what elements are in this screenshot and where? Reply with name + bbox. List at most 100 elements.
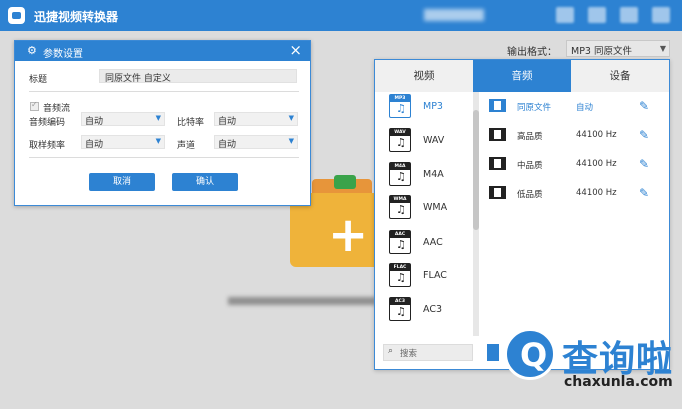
confirm-button[interactable]: 确认 [172, 173, 238, 191]
window-controls [556, 7, 670, 23]
audio-stream-label: 音频流 [43, 104, 71, 114]
folder-file-tab [334, 175, 356, 189]
format-item-wav[interactable]: WAV ♫ WAV [375, 126, 475, 158]
custom-button[interactable] [487, 344, 499, 361]
edit-icon[interactable]: ✎ [639, 128, 653, 142]
quality-name: 低品质 [517, 190, 543, 200]
title-input[interactable]: 同原文件 自定义 [99, 69, 297, 84]
format-search-input[interactable]: ⌕ 搜索 [383, 344, 473, 361]
blurred-account-area [424, 9, 484, 21]
menu-button[interactable] [556, 7, 574, 23]
film-icon [489, 157, 506, 170]
samplerate-select[interactable]: 自动 ▼ [81, 135, 165, 150]
watermark: 查询啦 chaxunla.com [500, 322, 682, 409]
quality-value: 44100 Hz [576, 159, 617, 169]
format-name: MP3 [423, 101, 443, 112]
format-name: AC3 [423, 304, 443, 315]
format-item-mp3[interactable]: MP3 ♫ MP3 [375, 92, 475, 124]
cancel-button[interactable]: 取消 [89, 173, 155, 191]
audio-file-icon: FLAC ♫ [389, 263, 411, 287]
audio-codec-select[interactable]: 自动 ▼ [81, 112, 165, 127]
format-name: M4A [423, 169, 444, 180]
format-item-aac[interactable]: AAC ♫ AAC [375, 228, 475, 260]
output-format-label: 输出格式： [507, 47, 557, 58]
quality-name: 同原文件 [517, 103, 552, 113]
audio-stream-checkbox[interactable] [30, 100, 39, 111]
format-item-ac3[interactable]: AC3 ♫ AC3 [375, 295, 475, 327]
samplerate-label: 取样频率 [29, 141, 66, 151]
divider [29, 157, 299, 158]
chevron-down-icon: ▼ [288, 114, 294, 122]
audio-file-icon: AC3 ♫ [389, 297, 411, 321]
divider [29, 91, 299, 92]
audio-file-icon: WMA ♫ [389, 195, 411, 219]
bitrate-select[interactable]: 自动 ▼ [214, 112, 298, 127]
chevron-down-icon: ▼ [155, 137, 161, 145]
title-label: 标题 [29, 75, 48, 85]
blurred-drop-hint [228, 297, 376, 305]
tab-video[interactable]: 视频 [375, 60, 473, 92]
dialog-header: ⚙ 参数设置 × [15, 41, 310, 61]
quality-name: 中品质 [517, 161, 543, 171]
search-icon: ⌕ [388, 346, 394, 356]
audio-codec-value: 自动 [85, 117, 104, 127]
audio-file-icon: AAC ♫ [389, 230, 411, 254]
film-icon [489, 186, 506, 199]
app-title: 迅捷视频转换器 [34, 10, 119, 24]
dialog-title: 参数设置 [43, 49, 83, 60]
chevron-down-icon: ▼ [288, 137, 294, 145]
chevron-down-icon: ▼ [659, 44, 666, 53]
title-bar: 迅捷视频转换器 [0, 0, 682, 31]
tab-audio[interactable]: 音频 [473, 60, 571, 92]
gear-icon: ⚙ [27, 44, 37, 57]
quality-value: 自动 [576, 103, 594, 113]
maximize-button[interactable] [620, 7, 638, 23]
quality-name: 高品质 [517, 132, 543, 142]
channel-label: 声道 [177, 141, 196, 151]
samplerate-value: 自动 [85, 140, 104, 150]
quality-row[interactable]: 低品质 44100 Hz ✎ [485, 182, 665, 206]
audio-codec-label: 音频编码 [29, 118, 66, 128]
channel-value: 自动 [218, 140, 237, 150]
search-placeholder: 搜索 [400, 349, 418, 359]
format-tabs: 视频 音频 设备 [375, 60, 669, 92]
bitrate-label: 比特率 [177, 118, 205, 128]
app-logo-icon [8, 7, 25, 24]
chevron-down-icon: ▼ [155, 114, 161, 122]
format-list-scrollbar[interactable] [473, 92, 479, 336]
bitrate-value: 自动 [218, 117, 237, 127]
quality-row[interactable]: 高品质 44100 Hz ✎ [485, 124, 665, 148]
scrollbar-thumb[interactable] [473, 110, 479, 230]
audio-file-icon: M4A ♫ [389, 162, 411, 186]
output-format-select[interactable]: MP3 同原文件 ▼ [566, 40, 670, 57]
format-item-wma[interactable]: WMA ♫ WMA [375, 193, 475, 225]
plus-icon: + [328, 207, 369, 263]
audio-file-icon: WAV ♫ [389, 128, 411, 152]
quality-row[interactable]: 中品质 44100 Hz ✎ [485, 153, 665, 177]
format-list: MP3 ♫ MP3 WAV ♫ WAV M4A ♫ M4A WMA ♫ WMA AAC ♫… [375, 92, 475, 336]
edit-icon[interactable]: ✎ [639, 99, 653, 113]
channel-select[interactable]: 自动 ▼ [214, 135, 298, 150]
close-icon[interactable]: × [289, 41, 302, 59]
format-name: WMA [423, 202, 448, 213]
format-name: FLAC [423, 270, 447, 281]
audio-file-icon: MP3 ♫ [389, 94, 411, 118]
output-format-value: MP3 同原文件 [571, 46, 632, 57]
watermark-url: chaxunla.com [564, 374, 673, 390]
film-icon [489, 99, 506, 112]
tab-device[interactable]: 设备 [571, 60, 669, 92]
quality-value: 44100 Hz [576, 188, 617, 198]
minimize-button[interactable] [588, 7, 606, 23]
edit-icon[interactable]: ✎ [639, 157, 653, 171]
format-name: WAV [423, 135, 445, 146]
format-item-m4a[interactable]: M4A ♫ M4A [375, 160, 475, 192]
parameter-settings-dialog: ⚙ 参数设置 × 标题 同原文件 自定义 音频流 音频编码 自动 ▼ 比特率 自… [14, 40, 311, 206]
close-window-button[interactable] [652, 7, 670, 23]
quality-value: 44100 Hz [576, 130, 617, 140]
format-name: AAC [423, 237, 443, 248]
watermark-logo-icon [504, 328, 556, 380]
edit-icon[interactable]: ✎ [639, 186, 653, 200]
format-item-flac[interactable]: FLAC ♫ FLAC [375, 261, 475, 293]
film-icon [489, 128, 506, 141]
quality-row[interactable]: 同原文件 自动 ✎ [485, 95, 665, 119]
